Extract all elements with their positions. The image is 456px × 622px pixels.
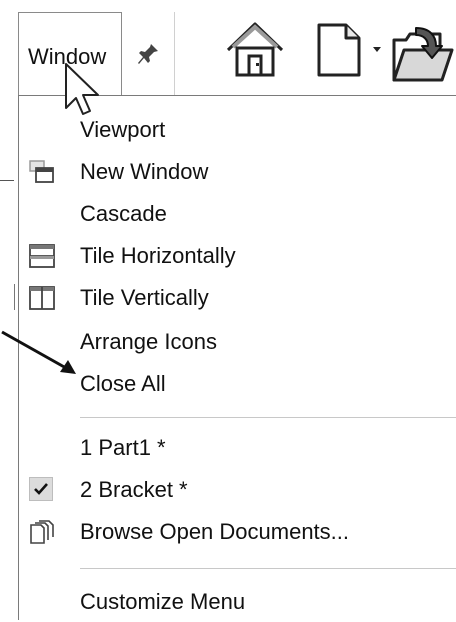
menu-item-new-window[interactable]: New Window: [19, 152, 456, 192]
open-folder-icon[interactable]: [390, 22, 456, 84]
menu-item-label: Cascade: [80, 201, 167, 226]
menu-item-customize-menu[interactable]: Customize Menu: [19, 582, 456, 622]
menu-item-label: 2 Bracket *: [80, 477, 188, 502]
menu-item-close-all[interactable]: Close All: [19, 364, 456, 404]
mouse-cursor-icon: [65, 63, 99, 115]
pin-icon[interactable]: [136, 42, 160, 68]
new-document-icon[interactable]: [316, 22, 362, 78]
new-window-icon: [29, 160, 54, 183]
menu-item-tile-vertically[interactable]: Tile Vertically: [19, 278, 456, 318]
menu-item-arrange-icons[interactable]: Arrange Icons: [19, 322, 456, 362]
menu-item-label: Customize Menu: [80, 589, 246, 614]
menu-item-label: Viewport: [80, 117, 166, 142]
menu-divider: [80, 417, 456, 418]
menu-item-cascade[interactable]: Cascade: [19, 194, 456, 234]
menu-item-label: Close All: [80, 371, 166, 396]
menu-item-browse-open-documents[interactable]: Browse Open Documents...: [19, 512, 456, 552]
menu-item-document-bracket[interactable]: 2 Bracket *: [19, 470, 456, 510]
menu-item-label: Browse Open Documents...: [80, 519, 350, 544]
dropdown-arrow-icon[interactable]: [372, 44, 382, 54]
background-edge-mark: [0, 180, 14, 181]
menu-divider: [80, 568, 456, 569]
menu-item-label: New Window: [80, 159, 209, 184]
menu-item-document-part1[interactable]: 1 Part1 *: [19, 428, 456, 468]
window-dropdown-menu: Viewport New Window Cascade Tile Horizon…: [18, 95, 456, 620]
menu-item-label: Arrange Icons: [80, 329, 217, 354]
home-icon[interactable]: [224, 20, 286, 78]
menu-item-tile-horizontally[interactable]: Tile Horizontally: [19, 236, 456, 276]
callout-arrow-icon: [1, 330, 76, 374]
menu-item-label: 1 Part1 *: [80, 435, 166, 460]
browse-documents-icon: [30, 520, 54, 544]
checkmark-icon: [29, 477, 53, 501]
menu-item-label: Tile Vertically: [80, 285, 209, 310]
toolbar-separator: [174, 12, 175, 96]
menu-item-label: Tile Horizontally: [80, 243, 236, 268]
background-edge-mark: [14, 284, 15, 310]
tile-horizontal-icon: [29, 244, 55, 268]
tile-vertical-icon: [29, 286, 55, 310]
